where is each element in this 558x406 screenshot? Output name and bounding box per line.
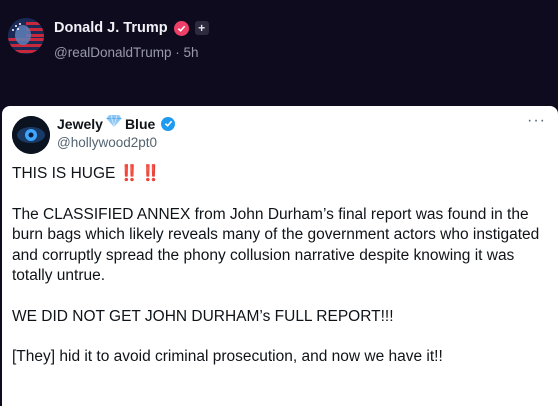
avatar-flag-image — [8, 18, 44, 54]
avatar-eye-image — [12, 116, 50, 154]
body-paragraph: [They] hid it to avoid criminal prosecut… — [12, 348, 443, 365]
quoted-name-last[interactable]: Blue — [125, 116, 155, 132]
author-name[interactable]: Donald J. Trump — [54, 20, 168, 36]
verified-check-icon — [161, 116, 176, 131]
author-name-row: Donald J. Trump + — [54, 20, 209, 36]
handle-separator: · — [175, 45, 180, 60]
headline-paragraph: THIS IS HUGE ‼️ ‼️ — [12, 164, 542, 185]
quoted-name-row: Jewely Blue — [57, 114, 176, 133]
headline-text: THIS IS HUGE — [12, 165, 116, 182]
quoted-post-card[interactable]: Jewely Blue @hollywood2pt0 ··· THIS IS H… — [2, 106, 558, 406]
blue-diamond-icon — [106, 114, 122, 133]
quoted-name-first[interactable]: Jewely — [57, 116, 103, 132]
post-header: Donald J. Trump + @realDonaldTrump · 5h — [0, 0, 558, 100]
quoted-handle[interactable]: @hollywood2pt0 — [57, 135, 157, 150]
more-options-icon[interactable]: ··· — [527, 112, 546, 130]
author-handle[interactable]: @realDonaldTrump — [54, 45, 172, 60]
author-avatar[interactable] — [8, 18, 44, 54]
author-handle-line: @realDonaldTrump · 5h — [54, 45, 199, 60]
body-paragraph: The CLASSIFIED ANNEX from John Durham’s … — [12, 205, 540, 285]
post-time[interactable]: 5h — [184, 45, 199, 60]
quoted-author-avatar[interactable] — [12, 116, 50, 154]
quoted-post-text: THIS IS HUGE ‼️ ‼️ The CLASSIFIED ANNEX … — [12, 164, 542, 388]
double-exclamation-icon: ‼️ ‼️ — [119, 165, 161, 182]
plus-badge-icon[interactable]: + — [194, 21, 209, 35]
verified-badge-icon — [173, 20, 189, 36]
body-paragraph: WE DID NOT GET JOHN DURHAM’s FULL REPORT… — [12, 307, 394, 325]
